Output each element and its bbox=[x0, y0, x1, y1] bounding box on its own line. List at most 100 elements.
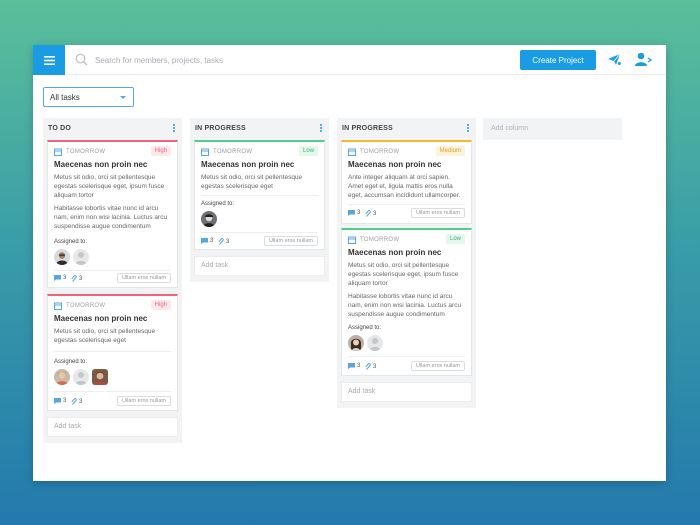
attachment-count[interactable]: 3 bbox=[365, 210, 376, 217]
comment-icon bbox=[201, 238, 208, 244]
task-card[interactable]: TOMORROW Medium Maecenas non proin nec A… bbox=[341, 140, 472, 224]
calendar-icon bbox=[348, 148, 356, 156]
divider bbox=[54, 351, 171, 352]
avatar[interactable] bbox=[348, 335, 364, 351]
attachment-count[interactable]: 3 bbox=[218, 238, 229, 245]
due-date: TOMORROW bbox=[213, 149, 253, 155]
avatar-placeholder[interactable] bbox=[73, 249, 89, 265]
task-card[interactable]: TOMORROW High Maecenas non proin nec Met… bbox=[47, 294, 178, 411]
divider bbox=[201, 232, 318, 233]
avatar-placeholder[interactable] bbox=[367, 335, 383, 351]
column-in-progress: IN PROGRESS TOMORROW Low Maecenas non pr… bbox=[190, 118, 329, 282]
avatar-placeholder[interactable] bbox=[73, 369, 89, 385]
avatar[interactable] bbox=[92, 369, 108, 385]
task-card[interactable]: TOMORROW Low Maecenas non proin nec Metu… bbox=[194, 140, 325, 250]
more-options-icon[interactable] bbox=[466, 124, 470, 133]
paperclip-icon bbox=[71, 398, 77, 405]
task-description: Metus sit odio, orci sit pellentesque eg… bbox=[54, 174, 165, 199]
app-window: Create Project All tasks TO DO TOMORROW … bbox=[33, 45, 666, 481]
avatar[interactable] bbox=[201, 211, 217, 227]
attachment-count[interactable]: 3 bbox=[71, 398, 82, 405]
project-tag[interactable]: Ullam eros nullam bbox=[116, 396, 171, 406]
comment-count[interactable]: 3 bbox=[348, 210, 360, 216]
priority-badge: High bbox=[150, 300, 171, 310]
avatar[interactable] bbox=[54, 369, 70, 385]
top-bar: Create Project bbox=[33, 45, 666, 75]
assigned-label: Assigned to: bbox=[54, 359, 88, 365]
project-tag[interactable]: Ullam eros nullam bbox=[263, 236, 318, 246]
due-date: TOMORROW bbox=[360, 237, 400, 243]
comment-count[interactable]: 3 bbox=[54, 398, 66, 404]
column-title: TO DO bbox=[48, 125, 72, 132]
task-title: Maecenas non proin nec bbox=[201, 160, 295, 169]
add-task-button[interactable]: Add task bbox=[47, 417, 178, 437]
task-description: Metus sit odio, orci sit pellentesque eg… bbox=[348, 262, 459, 287]
assignee-list bbox=[54, 249, 89, 265]
divider bbox=[348, 204, 465, 205]
priority-badge: High bbox=[150, 146, 171, 156]
chevron-down-icon bbox=[120, 96, 126, 99]
assigned-label: Assigned to: bbox=[54, 239, 88, 245]
project-tag[interactable]: Ullam eros nullam bbox=[410, 361, 465, 371]
divider bbox=[348, 356, 465, 357]
search-icon bbox=[75, 53, 88, 66]
project-tag[interactable]: Ullam eros nullam bbox=[116, 273, 171, 283]
paperclip-icon bbox=[218, 238, 224, 245]
attachment-count[interactable]: 3 bbox=[71, 275, 82, 282]
column-title: IN PROGRESS bbox=[195, 125, 246, 132]
assignee-list bbox=[348, 335, 383, 351]
attachment-count[interactable]: 3 bbox=[365, 363, 376, 370]
calendar-icon bbox=[54, 148, 62, 156]
task-description-secondary: Habitasse lobortis vitae nunc id arcu na… bbox=[54, 205, 168, 230]
comment-icon bbox=[54, 275, 61, 281]
hamburger-menu-button[interactable] bbox=[33, 45, 65, 75]
task-title: Maecenas non proin nec bbox=[54, 160, 148, 169]
comment-icon bbox=[348, 363, 355, 369]
filter-selected-value: All tasks bbox=[50, 93, 80, 102]
calendar-icon bbox=[54, 302, 62, 310]
menu-icon bbox=[43, 55, 55, 65]
divider bbox=[201, 195, 318, 196]
add-user-icon[interactable] bbox=[635, 52, 653, 67]
task-description: Metus sit odio, orci sit pellentesque eg… bbox=[201, 174, 303, 190]
task-filter-dropdown[interactable]: All tasks bbox=[43, 87, 134, 107]
avatar[interactable] bbox=[54, 249, 70, 265]
due-date: TOMORROW bbox=[360, 149, 400, 155]
paperclip-icon bbox=[71, 275, 77, 282]
calendar-icon bbox=[201, 148, 209, 156]
task-card[interactable]: TOMORROW Low Maecenas non proin nec Metu… bbox=[341, 228, 472, 376]
send-plane-icon[interactable] bbox=[607, 53, 621, 66]
assigned-label: Assigned to: bbox=[348, 325, 382, 331]
calendar-icon bbox=[348, 236, 356, 244]
assigned-label: Assigned to: bbox=[201, 201, 235, 207]
due-date: TOMORROW bbox=[66, 303, 106, 309]
comment-count[interactable]: 3 bbox=[54, 275, 66, 281]
add-task-button[interactable]: Add task bbox=[194, 256, 325, 276]
assignee-list bbox=[201, 211, 217, 227]
task-card[interactable]: TOMORROW High Maecenas non proin nec Met… bbox=[47, 140, 178, 288]
priority-badge: Medium bbox=[435, 146, 465, 156]
priority-badge: Low bbox=[445, 234, 465, 244]
project-tag[interactable]: Ullam eros nullam bbox=[410, 208, 465, 218]
add-task-button[interactable]: Add task bbox=[341, 382, 472, 402]
comment-count[interactable]: 3 bbox=[348, 363, 360, 369]
divider bbox=[54, 391, 171, 392]
more-options-icon[interactable] bbox=[172, 124, 176, 133]
more-options-icon[interactable] bbox=[319, 124, 323, 133]
card-footer: 3 3 Ullam eros nullam bbox=[348, 208, 465, 220]
search-input[interactable] bbox=[95, 51, 475, 69]
comment-count[interactable]: 3 bbox=[201, 238, 213, 244]
due-date: TOMORROW bbox=[66, 149, 106, 155]
divider bbox=[54, 270, 171, 271]
column-in-progress-2: IN PROGRESS TOMORROW Medium Maecenas non… bbox=[337, 118, 476, 408]
create-project-button[interactable]: Create Project bbox=[520, 50, 596, 70]
task-description: Metus sit odio, orci sit pellentesque eg… bbox=[54, 328, 156, 344]
task-title: Maecenas non proin nec bbox=[348, 248, 442, 257]
comment-icon bbox=[348, 210, 355, 216]
card-footer: 3 3 Ullam eros nullam bbox=[348, 361, 465, 373]
card-footer: 3 3 Ullam eros nullam bbox=[54, 396, 171, 408]
column-title: IN PROGRESS bbox=[342, 125, 393, 132]
paperclip-icon bbox=[365, 210, 371, 217]
add-column-button[interactable]: Add column bbox=[483, 118, 622, 140]
column-todo: TO DO TOMORROW High Maecenas non proin n… bbox=[43, 118, 182, 443]
